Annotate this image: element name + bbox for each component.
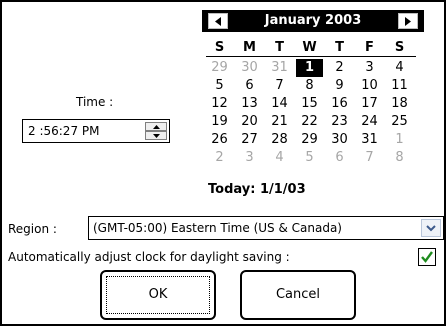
day-cell[interactable]: 1 (386, 131, 413, 149)
day-cell[interactable]: 4 (266, 149, 293, 167)
day-cell[interactable]: 4 (386, 59, 413, 77)
day-cell[interactable]: 27 (236, 131, 263, 149)
cancel-button[interactable]: Cancel (240, 270, 356, 320)
daylight-saving-label: Automatically adjust clock for daylight … (8, 250, 290, 264)
day-cell[interactable]: 29 (206, 59, 233, 77)
today-link[interactable]: Today: 1/1/03 (208, 182, 306, 197)
day-cell[interactable]: 6 (236, 77, 263, 95)
time-input[interactable]: 2 :56:27 PM (22, 119, 170, 143)
selected-day-cell[interactable]: 1 (296, 59, 323, 77)
day-cell[interactable]: 25 (386, 113, 413, 131)
arrow-down-icon (153, 134, 160, 138)
time-decrement-button[interactable] (145, 131, 167, 140)
ok-button-label: OK (148, 287, 168, 302)
day-cell[interactable]: 6 (326, 149, 353, 167)
weekday-header: S (214, 40, 225, 55)
day-cell[interactable]: 5 (296, 149, 323, 167)
time-value[interactable]: 2 :56:27 PM (28, 124, 99, 138)
day-cell[interactable]: 31 (356, 131, 383, 149)
next-month-button[interactable] (398, 13, 418, 29)
ok-button[interactable]: OK (100, 270, 216, 320)
time-spinner[interactable] (145, 122, 167, 140)
weekday-header: W (302, 40, 317, 55)
day-cell[interactable]: 3 (356, 59, 383, 77)
weekday-header: F (365, 40, 374, 55)
day-cell[interactable]: 11 (386, 77, 413, 95)
day-cell[interactable]: 30 (236, 59, 263, 77)
day-cell[interactable]: 9 (326, 77, 353, 95)
day-cell[interactable]: 30 (326, 131, 353, 149)
region-dropdown[interactable]: (GMT-05:00) Eastern Time (US & Canada) (88, 216, 444, 240)
day-cell[interactable]: 29 (296, 131, 323, 149)
region-label: Region : (8, 222, 57, 236)
day-cell[interactable]: 7 (266, 77, 293, 95)
day-cell[interactable]: 5 (206, 77, 233, 95)
calendar-header: January 2003 (202, 10, 424, 32)
region-selected-value: (GMT-05:00) Eastern Time (US & Canada) (93, 221, 342, 235)
region-dropdown-button[interactable] (421, 219, 441, 237)
day-cell[interactable]: 14 (266, 95, 293, 113)
chevron-down-icon (426, 225, 436, 232)
day-cell[interactable]: 12 (206, 95, 233, 113)
day-cell[interactable]: 2 (206, 149, 233, 167)
day-cell[interactable]: 3 (236, 149, 263, 167)
day-cell[interactable]: 19 (206, 113, 233, 131)
day-cell[interactable]: 23 (326, 113, 353, 131)
day-cell[interactable]: 18 (386, 95, 413, 113)
day-cell[interactable]: 24 (356, 113, 383, 131)
day-cell[interactable]: 7 (356, 149, 383, 167)
day-cell[interactable]: 17 (356, 95, 383, 113)
weekday-header: S (394, 40, 405, 55)
day-cell[interactable]: 22 (296, 113, 323, 131)
weekday-header: T (335, 40, 344, 55)
day-cell[interactable]: 8 (386, 149, 413, 167)
weekday-header: T (275, 40, 284, 55)
time-label: Time : (76, 95, 114, 109)
daylight-saving-checkbox[interactable] (418, 248, 436, 266)
triangle-right-icon (405, 17, 411, 26)
day-cell[interactable]: 10 (356, 77, 383, 95)
cancel-button-label: Cancel (275, 287, 321, 302)
weekday-divider (206, 56, 416, 57)
time-increment-button[interactable] (145, 122, 167, 131)
day-cell[interactable]: 21 (266, 113, 293, 131)
calendar-month-title[interactable]: January 2003 (202, 13, 424, 28)
day-cell[interactable]: 8 (296, 77, 323, 95)
day-cell[interactable]: 16 (326, 95, 353, 113)
day-cell[interactable]: 2 (326, 59, 353, 77)
day-cell[interactable]: 15 (296, 95, 323, 113)
date-time-dialog: Time : 2 :56:27 PM January 2003 SMTWTFS … (0, 0, 446, 326)
day-cell[interactable]: 31 (266, 59, 293, 77)
day-cell[interactable]: 13 (236, 95, 263, 113)
arrow-up-icon (153, 125, 160, 129)
day-cell[interactable]: 20 (236, 113, 263, 131)
weekday-header: M (243, 40, 256, 55)
checkmark-icon (421, 251, 433, 263)
day-cell[interactable]: 26 (206, 131, 233, 149)
day-cell[interactable]: 28 (266, 131, 293, 149)
